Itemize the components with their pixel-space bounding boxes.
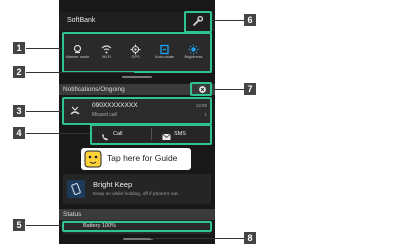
callout-2: 2 <box>13 66 25 78</box>
leader-line <box>26 225 62 226</box>
callout-4: 4 <box>13 127 25 139</box>
callout-3: 3 <box>13 105 25 117</box>
highlight-clear <box>190 82 212 96</box>
callout-7: 7 <box>244 83 256 95</box>
bottom-drag-handle[interactable] <box>123 238 153 240</box>
leader-line <box>212 89 244 90</box>
guide-character-icon <box>84 150 102 168</box>
callout-6: 6 <box>244 14 256 26</box>
drag-handle[interactable] <box>122 76 152 78</box>
leader-line <box>26 48 62 49</box>
highlight-actions <box>90 124 212 145</box>
leader-line <box>26 133 90 134</box>
callout-8: 8 <box>244 232 256 244</box>
highlight-settings <box>184 11 212 33</box>
callout-1: 1 <box>13 42 25 54</box>
highlight-quick-settings <box>62 32 212 73</box>
section-title: Status <box>63 211 82 218</box>
highlight-notification <box>62 97 212 125</box>
bright-keep-icon <box>67 180 85 198</box>
carrier-name: SoftBank <box>67 17 96 24</box>
guide-text: Tap here for Guide <box>107 153 178 163</box>
leader-line <box>212 20 244 21</box>
bright-keep-title: Bright Keep <box>93 180 133 189</box>
leader-line <box>150 238 244 239</box>
section-title: Notifications/Ongoing <box>63 86 125 93</box>
callout-5: 5 <box>13 219 25 231</box>
guide-tooltip[interactable]: Tap here for Guide <box>81 148 191 170</box>
bright-keep-notification[interactable]: Bright Keep Keep on while holding, off i… <box>63 174 211 204</box>
leader-line <box>26 111 62 112</box>
status-section-header: Status <box>59 209 215 220</box>
leader-line <box>26 72 134 73</box>
bright-keep-description: Keep on while holding, off if phone's ou… <box>93 192 179 197</box>
highlight-status <box>62 221 212 232</box>
